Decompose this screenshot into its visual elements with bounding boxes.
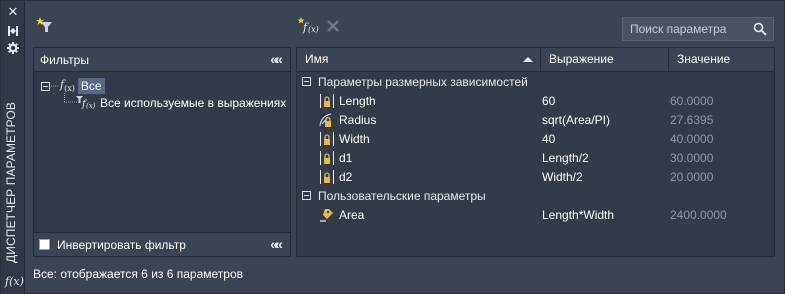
- palette-title: ДИСПЕТЧЕР ПАРАМЕТРОВ: [4, 102, 18, 263]
- tree-node-used-in-expressions[interactable]: f (x) Все используемые в выражениях: [76, 94, 286, 112]
- svg-text:(x): (x): [308, 25, 319, 34]
- parameter-name: Area: [339, 208, 365, 222]
- linear-dim-lock-icon: [320, 151, 334, 165]
- parameter-row[interactable]: Length 60 60.0000: [297, 91, 774, 110]
- parameters-grid: Имя Выражение Значение Параметры размерн…: [296, 47, 775, 257]
- parameter-name: d2: [339, 170, 353, 184]
- tree-node-label: Все используемые в выражениях: [100, 96, 287, 110]
- parameter-row[interactable]: Area Length*Width 2400.0000: [297, 205, 774, 224]
- parameter-expression[interactable]: Length/2: [542, 151, 589, 165]
- collapse-group-icon[interactable]: [302, 77, 311, 86]
- parameter-expression[interactable]: Length*Width: [542, 208, 614, 222]
- collapse-filters-icon[interactable]: ««: [266, 52, 284, 67]
- parameter-expression[interactable]: 40: [542, 132, 555, 146]
- close-icon[interactable]: ✕: [5, 5, 21, 19]
- parameter-expression[interactable]: sqrt(Area/PI): [542, 113, 610, 127]
- parameter-row[interactable]: Radius sqrt(Area/PI) 27.6395: [297, 110, 774, 129]
- linear-dim-lock-icon: [320, 170, 334, 184]
- parameter-expression[interactable]: Width/2: [542, 170, 583, 184]
- tree-node-label: Все: [77, 78, 105, 94]
- search-input[interactable]: [630, 22, 748, 36]
- parameter-row[interactable]: Width 40 40.0000: [297, 129, 774, 148]
- group-label: Пользовательские параметры: [318, 188, 486, 203]
- radial-dim-lock-icon: [319, 113, 332, 127]
- search-icon[interactable]: [753, 22, 767, 36]
- svg-text:(x): (x): [86, 102, 96, 110]
- linear-dim-lock-icon: [320, 132, 334, 146]
- parameter-name: d1: [339, 151, 353, 165]
- column-header-value[interactable]: Значение: [669, 48, 775, 71]
- column-header-expression[interactable]: Выражение: [541, 48, 669, 71]
- fx-icon: f(x): [5, 275, 24, 288]
- parameter-row[interactable]: d2 Width/2 20.0000: [297, 167, 774, 186]
- parameter-expression[interactable]: 60: [542, 94, 555, 108]
- status-bar-text: Все: отображается 6 из 6 параметров: [33, 267, 243, 281]
- grid-header: Имя Выражение Значение: [297, 48, 774, 72]
- column-header-name[interactable]: Имя: [297, 48, 541, 71]
- user-parameter-icon: [320, 209, 333, 222]
- group-label: Параметры размерных зависимостей: [318, 74, 528, 89]
- filter-fx-icon: f (x): [76, 96, 96, 110]
- palette-title-strip: ✕ ДИСПЕТЧЕР ПАРАМЕТРОВ f(x): [1, 1, 25, 294]
- sort-ascending-icon: [523, 57, 533, 62]
- linear-dim-lock-icon: [320, 94, 334, 108]
- parameter-value: 27.6395: [670, 113, 714, 127]
- settings-icon[interactable]: [5, 42, 21, 56]
- group-dimensional-constraints[interactable]: Параметры размерных зависимостей: [297, 72, 528, 91]
- filters-tree: f(x) Все f (x) Все используемые в выраже…: [34, 72, 290, 232]
- pin-icon[interactable]: [5, 25, 21, 39]
- filters-title: Фильтры: [40, 52, 89, 67]
- collapse-node-icon[interactable]: [41, 81, 50, 91]
- parameter-name: Radius: [339, 113, 377, 127]
- new-user-parameter-icon[interactable]: f (x): [297, 16, 319, 34]
- collapse-filters-bottom-icon[interactable]: ««: [266, 237, 284, 252]
- collapse-group-icon[interactable]: [302, 191, 311, 200]
- parameter-value: 30.0000: [670, 151, 714, 165]
- filters-panel: Фильтры «« f(x) Все f (x) Все используем…: [33, 47, 291, 257]
- parameter-row[interactable]: d1 Length/2 30.0000: [297, 148, 774, 167]
- filters-header: Фильтры ««: [34, 48, 290, 72]
- parameter-group-icon: f(x): [60, 78, 75, 94]
- invert-filter-bar: Инвертировать фильтр ««: [34, 232, 290, 256]
- parameter-value: 40.0000: [670, 132, 714, 146]
- parameter-name: Width: [339, 132, 370, 146]
- parameter-value: 20.0000: [670, 170, 714, 184]
- group-user-parameters[interactable]: Пользовательские параметры: [297, 186, 486, 205]
- parameter-value: 2400.0000: [670, 208, 727, 222]
- parameter-name: Length: [339, 94, 376, 108]
- delete-icon[interactable]: [326, 19, 340, 37]
- invert-filter-label: Инвертировать фильтр: [57, 237, 186, 252]
- parameters-manager-palette: ✕ ДИСПЕТЧЕР ПАРАМЕТРОВ f(x) f (x) Фильтр: [0, 0, 785, 294]
- new-filter-icon[interactable]: [35, 16, 55, 34]
- search-parameter-field[interactable]: [622, 17, 774, 41]
- invert-filter-checkbox[interactable]: [39, 239, 50, 250]
- parameter-value: 60.0000: [670, 94, 714, 108]
